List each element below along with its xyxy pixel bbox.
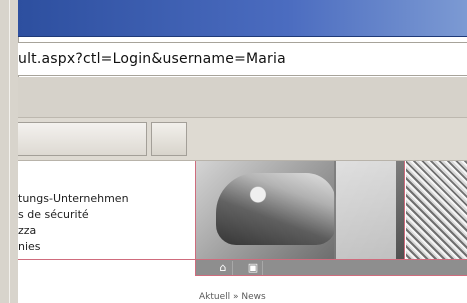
company-list: tungs-Unternehmen s de sécurité zza nies (18, 191, 129, 255)
window-frame-left (0, 0, 19, 303)
hero-iconbar: ⌂ ▣ (195, 260, 467, 276)
hero-photo-right (406, 161, 467, 259)
list-item[interactable]: s de sécurité (18, 207, 129, 223)
home-icon[interactable]: ⌂ (214, 261, 233, 275)
window-titlebar (18, 0, 467, 37)
toolbar-button-secondary[interactable] (151, 122, 187, 156)
browser-window: ult.aspx?ctl=Login&username=Maria tungs-… (0, 0, 467, 303)
breadcrumb: Aktuell » News (199, 292, 266, 302)
list-item[interactable]: tungs-Unternehmen (18, 191, 129, 207)
print-icon[interactable]: ▣ (244, 261, 263, 275)
address-url[interactable]: ult.aspx?ctl=Login&username=Maria (18, 51, 286, 67)
page-content: tungs-Unternehmen s de sécurité zza nies… (18, 161, 467, 303)
hero-image (195, 161, 467, 259)
toolbar (18, 118, 467, 161)
hero-photo-left (196, 161, 404, 259)
list-item[interactable]: zza (18, 223, 129, 239)
list-item[interactable]: nies (18, 239, 129, 255)
menu-strip (18, 77, 467, 118)
hero-divider (404, 161, 405, 259)
toolbar-button-main[interactable] (18, 122, 147, 156)
address-bar[interactable]: ult.aspx?ctl=Login&username=Maria (18, 42, 467, 76)
